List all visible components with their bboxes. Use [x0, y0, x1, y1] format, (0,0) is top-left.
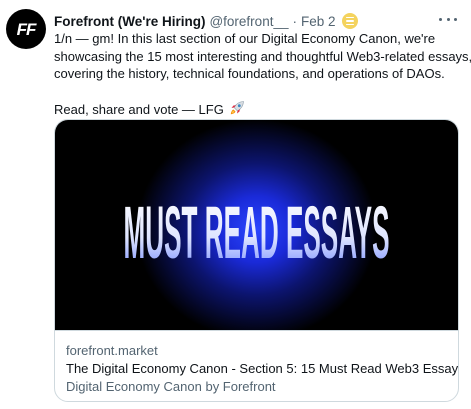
- link-card[interactable]: MUST READ ESSAYS forefront.market The Di…: [54, 119, 459, 402]
- tweet-text: 1/n — gm! In this last section of our Di…: [54, 30, 471, 121]
- header-separator: ·: [292, 13, 297, 29]
- card-title: The Digital Economy Canon - Section 5: 1…: [66, 361, 459, 376]
- tweet-header: Forefront (We're Hiring) @forefront__ · …: [54, 11, 358, 31]
- user-handle[interactable]: @forefront__: [209, 14, 288, 29]
- tweet-text-line-final: Read, share and vote — LFG: [54, 100, 459, 121]
- card-description: Digital Economy Canon by Forefront: [66, 379, 276, 394]
- avatar-logo-text: FF: [17, 20, 37, 39]
- card-image-text: MUST READ ESSAYS: [124, 191, 390, 274]
- tweet[interactable]: FF Forefront (We're Hiring) @forefront__…: [0, 0, 471, 409]
- tweet-text-final: Read, share and vote — LFG: [54, 101, 224, 117]
- must-read-essays-graphic: MUST READ ESSAYS: [124, 191, 390, 274]
- tip-jar-icon[interactable]: [341, 13, 358, 29]
- tweet-text-line: covering the history, technical foundati…: [54, 66, 445, 81]
- more-options-icon[interactable]: [439, 13, 457, 25]
- forefront-logo-icon: FF: [17, 20, 38, 39]
- avatar[interactable]: FF: [6, 9, 46, 49]
- rocket-icon: [229, 100, 245, 121]
- display-name[interactable]: Forefront (We're Hiring): [54, 14, 205, 29]
- card-domain: forefront.market: [66, 343, 158, 358]
- tweet-text-line: 1/n — gm! In this last section of our Di…: [54, 31, 436, 46]
- tweet-date[interactable]: Feb 2: [301, 14, 336, 29]
- tweet-text-line: showcasing the 15 most interesting and t…: [54, 48, 471, 64]
- card-image[interactable]: MUST READ ESSAYS: [55, 120, 458, 330]
- card-meta[interactable]: forefront.market The Digital Economy Can…: [55, 330, 459, 401]
